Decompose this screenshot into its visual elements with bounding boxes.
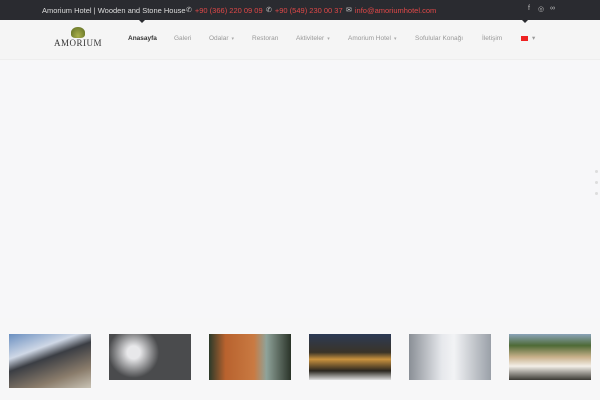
menu-anasayfa[interactable]: Anasayfa	[128, 35, 157, 42]
mail-icon: ✉	[346, 7, 352, 14]
site-tagline: Amorium Hotel | Wooden and Stone House	[42, 5, 186, 15]
language-dropdown-chevron-icon[interactable]: ▾	[532, 34, 535, 42]
menu-iletisim[interactable]: İletişim	[482, 35, 502, 42]
logo-leaf-icon	[71, 27, 85, 38]
tripadvisor-icon[interactable]: ∞	[550, 5, 555, 12]
thumbnail-banquet[interactable]	[109, 334, 191, 380]
hero-slider	[0, 61, 600, 318]
phone-link-2[interactable]: ✆ +90 (549) 230 00 37	[266, 6, 343, 15]
phone-link-1[interactable]: ✆ +90 (366) 220 09 09	[186, 6, 263, 15]
facebook-icon[interactable]: f	[528, 5, 530, 12]
phone-icon: ✆	[266, 7, 272, 14]
menu-odalar[interactable]: Odalar ▾	[209, 35, 234, 42]
instagram-icon[interactable]: ◎	[538, 5, 544, 13]
thumbnail-snow-forest[interactable]	[409, 334, 491, 380]
thumbnail-terrace[interactable]	[9, 334, 91, 388]
phone-icon: ✆	[186, 7, 192, 14]
turkish-flag-icon[interactable]	[521, 36, 528, 41]
email-link[interactable]: ✉ info@amoriumhotel.com	[346, 6, 436, 15]
lang-caret	[522, 20, 528, 23]
thumbnail-night-house[interactable]	[309, 334, 391, 380]
menu-galeri[interactable]: Galeri	[174, 35, 191, 42]
chevron-down-icon: ▾	[327, 36, 330, 42]
thumbnail-breakfast[interactable]	[509, 334, 591, 380]
chevron-down-icon: ▾	[231, 36, 235, 42]
top-bar: Amorium Hotel | Wooden and Stone House ✆…	[0, 0, 600, 20]
slider-dots[interactable]	[595, 170, 598, 203]
menu-aktiviteler[interactable]: Aktiviteler ▾	[296, 35, 330, 42]
menu-restoran[interactable]: Restoran	[252, 35, 278, 42]
chevron-down-icon: ▾	[393, 36, 397, 42]
logo[interactable]: AMORIUM	[50, 27, 106, 51]
active-caret	[139, 20, 145, 23]
menu-amorium-hotel[interactable]: Amorium Hotel ▾	[348, 35, 397, 42]
menu-sofulular-konagi[interactable]: Sofulular Konağı	[415, 35, 463, 42]
thumbnail-wooden-house[interactable]	[209, 334, 291, 380]
